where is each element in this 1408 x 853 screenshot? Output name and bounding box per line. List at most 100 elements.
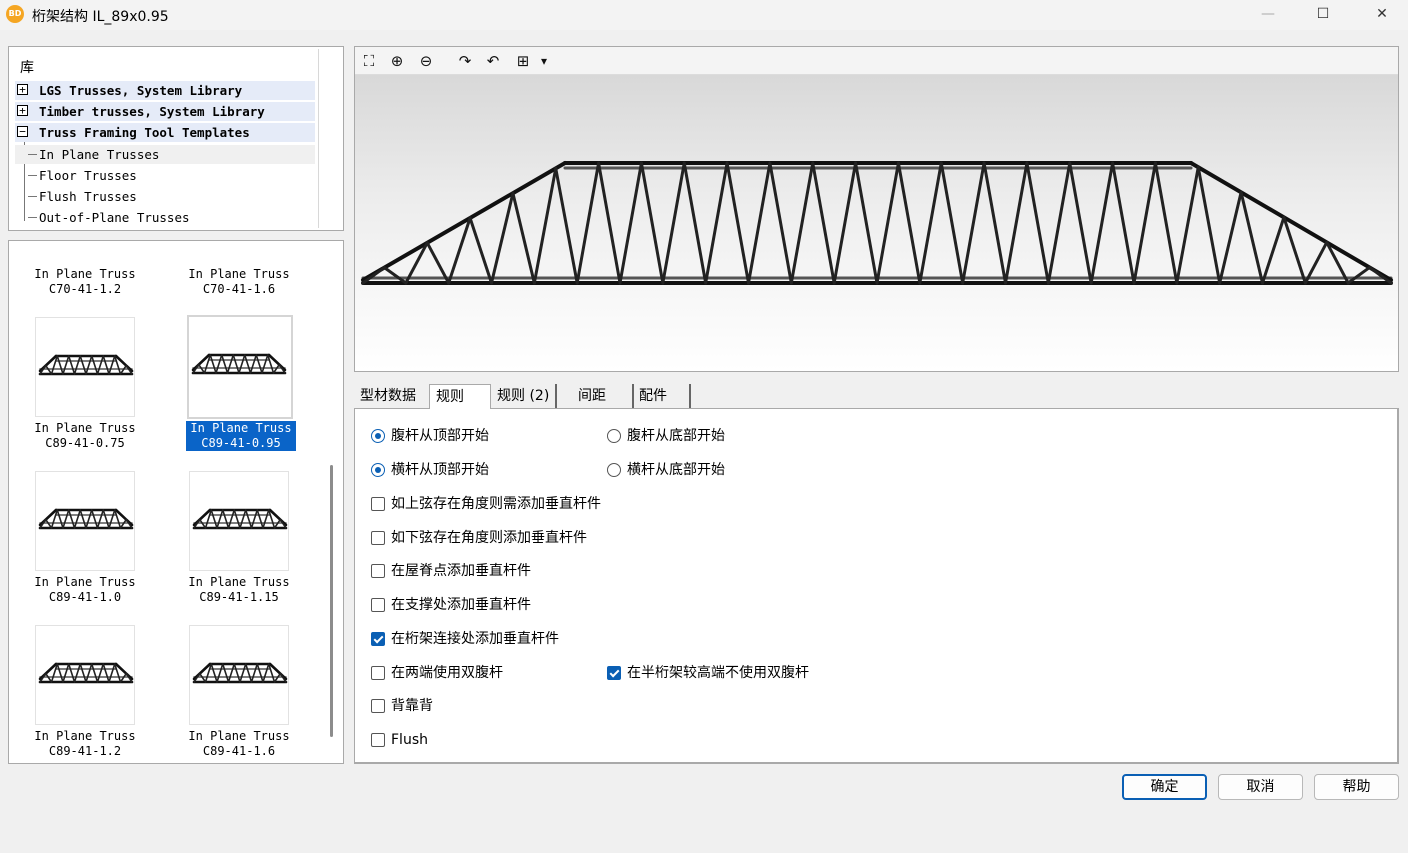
checkbox-icon[interactable] [371,564,385,578]
checkbox-label: 如上弦存在角度则需添加垂直杆件 [391,496,601,512]
minimize-button[interactable]: — [1245,0,1291,30]
app-icon: BD [6,5,24,23]
close-button[interactable]: ✕ [1359,0,1405,30]
checkbox-label: 在半桁架较高端不使用双腹杆 [627,665,809,681]
tree-item-label: Truss Framing Tool Templates [39,125,250,140]
tree-item-label: In Plane Trusses [39,147,160,162]
radio-label: 横杆从底部开始 [627,462,725,478]
checkbox-label: 在屋脊点添加垂直杆件 [391,563,531,579]
tree-item-label: Floor Trusses [39,168,137,183]
truss-drawing [361,161,1393,285]
tree-item-label: Flush Trusses [39,189,137,204]
thumbnail-caption: In Plane Truss C89-41-0.75 [15,421,155,451]
window-title: 桁架结构 IL_89x0.95 [32,9,169,25]
checkbox-icon[interactable] [371,632,385,646]
vertical-scrollbar[interactable] [330,465,333,737]
thumbnail-name: In Plane Truss [188,729,290,743]
thumbnail-profile: C89-41-1.15 [199,590,279,604]
tab-accessories[interactable]: 配件 [633,384,691,408]
thumbnail-name: In Plane Truss [34,575,136,589]
tree-connector-tick [28,196,37,197]
thumbnail-name: In Plane Truss [190,421,292,435]
dropdown-arrow-icon[interactable]: ▾ [537,51,551,71]
checkbox-icon[interactable] [371,733,385,747]
thumbnail-profile: C89-41-1.0 [48,590,122,604]
thumbnail-item[interactable]: In Plane Truss C89-41-1.6 [169,625,290,763]
thumbnail-name: In Plane Truss [188,575,290,589]
tab-spacing[interactable]: 间距 [572,384,634,408]
title-bar: BD 桁架结构 IL_89x0.95 — ☐ ✕ [0,0,1408,30]
checkbox-icon[interactable] [371,531,385,545]
thumbnail-name: In Plane Truss [34,729,136,743]
library-tree: 库 + LGS Trusses, System Library + Timber… [11,49,319,228]
zoom-extents-icon[interactable]: ⛶ [358,51,380,71]
checkbox-icon[interactable] [371,666,385,680]
truss-3d-preview[interactable] [355,75,1398,371]
checkbox-label: 在桁架连接处添加垂直杆件 [391,631,559,647]
thumbnail-caption: In Plane Truss C89-41-0.95 [186,421,296,451]
thumbnail-name: In Plane Truss [34,267,136,281]
tree-item-out-of-plane-trusses[interactable]: Out-of-Plane Trusses [15,208,315,227]
tree-item-truss-framing-templates[interactable]: − Truss Framing Tool Templates [15,123,315,142]
tree-item-in-plane-trusses[interactable]: In Plane Trusses [15,145,315,164]
library-header: 库 [20,60,34,76]
thumbnail-name: In Plane Truss [188,267,290,281]
checkbox-icon[interactable] [371,699,385,713]
radio-icon[interactable] [371,429,385,443]
truss-thumbnail-image [35,625,135,725]
truss-thumbnail-image [35,317,135,417]
truss-thumbnail-image [189,625,289,725]
expand-icon[interactable]: + [17,84,28,95]
tree-item-label: LGS Trusses, System Library [39,83,243,98]
tree-connector-tick [28,154,37,155]
rotate-left-icon[interactable]: ↷ [454,51,476,71]
rotate-right-icon[interactable]: ↶ [482,51,504,71]
truss-preview-panel: ⛶ ⊕ ⊖ ↷ ↶ ⊞ ▾ [354,46,1399,372]
thumbnail-caption: In Plane Truss C89-41-1.15 [169,575,309,605]
maximize-button[interactable]: ☐ [1300,0,1346,30]
tree-item-timber-trusses[interactable]: + Timber trusses, System Library [15,102,315,121]
radio-label: 横杆从顶部开始 [391,462,489,478]
radio-icon[interactable] [607,463,621,477]
tree-item-lgs-trusses[interactable]: + LGS Trusses, System Library [15,81,315,100]
template-thumbnail-list[interactable]: In Plane Truss C70-41-1.2 In Plane Truss… [8,240,344,764]
thumbnail-caption: In Plane Truss C70-41-1.2 [15,267,155,297]
tree-item-label: Timber trusses, System Library [39,104,265,119]
tree-item-flush-trusses[interactable]: Flush Trusses [15,187,315,206]
pan-icon[interactable]: ⊞ [512,51,534,71]
thumbnail-item[interactable]: In Plane Truss C89-41-0.75 [15,317,136,467]
thumbnail-caption: In Plane Truss C70-41-1.6 [169,267,309,297]
tree-connector-tick [28,175,37,176]
cancel-button[interactable]: 取消 [1218,774,1303,800]
radio-icon[interactable] [607,429,621,443]
thumbnail-item[interactable]: In Plane Truss C89-41-1.2 [15,625,136,763]
tree-item-floor-trusses[interactable]: Floor Trusses [15,166,315,185]
thumbnail-item[interactable]: In Plane Truss C89-41-1.15 [169,471,290,621]
thumbnail-profile: C70-41-1.2 [48,282,122,296]
truss-thumbnail-image [187,315,293,419]
tab-rules[interactable]: 规则 [429,384,491,409]
collapse-icon[interactable]: − [17,126,28,137]
thumbnail-caption: In Plane Truss C89-41-1.0 [15,575,155,605]
tab-profile-data[interactable]: 型材数据 [354,384,422,408]
checkbox-label: Flush [391,732,428,748]
thumbnail-profile: C89-41-0.95 [201,436,281,450]
thumbnail-caption: In Plane Truss C89-41-1.2 [15,729,155,759]
help-button[interactable]: 帮助 [1314,774,1399,800]
thumbnail-item[interactable]: In Plane Truss C70-41-1.6 [169,241,289,296]
radio-icon[interactable] [371,463,385,477]
tree-item-label: Out-of-Plane Trusses [39,210,190,225]
zoom-in-icon[interactable]: ⊕ [386,51,408,71]
thumbnail-item[interactable]: In Plane Truss C70-41-1.2 [15,241,135,296]
thumbnail-item-selected[interactable]: In Plane Truss C89-41-0.95 [167,315,296,465]
truss-dialog: BD 桁架结构 IL_89x0.95 — ☐ ✕ 库 + LGS Trusses… [0,0,1408,853]
tab-rules-2[interactable]: 规则 (2) [491,384,558,408]
expand-icon[interactable]: + [17,105,28,116]
ok-button[interactable]: 确定 [1122,774,1207,800]
checkbox-icon[interactable] [371,598,385,612]
checkbox-icon[interactable] [371,497,385,511]
thumbnail-item[interactable]: In Plane Truss C89-41-1.0 [15,471,136,621]
zoom-out-icon[interactable]: ⊖ [415,51,437,71]
checkbox-icon[interactable] [607,666,621,680]
radio-label: 腹杆从顶部开始 [391,428,489,444]
